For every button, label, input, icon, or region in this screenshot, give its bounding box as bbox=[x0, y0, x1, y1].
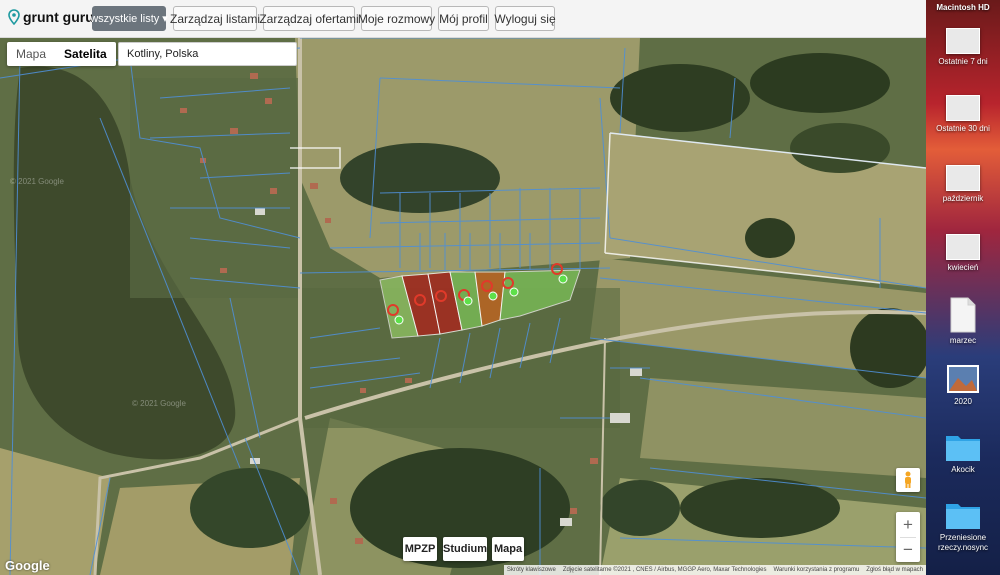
my-conversations-button[interactable]: Moje rozmowy bbox=[358, 6, 435, 31]
drive-label: Macintosh HD bbox=[936, 3, 990, 12]
desktop-item-label: kwiecień bbox=[947, 263, 979, 272]
report-error-link[interactable]: Zgłoś błąd w mapach bbox=[866, 567, 923, 573]
mpzp-layer-button[interactable]: MPZP bbox=[403, 537, 437, 561]
map-pin-icon bbox=[8, 9, 20, 25]
zoom-in-button[interactable]: + bbox=[896, 512, 920, 537]
app-window: grunt guru wszystkie listy ▾ Zarządzaj l… bbox=[0, 0, 1000, 575]
brand-name: grunt guru bbox=[23, 9, 94, 25]
map-layer-button[interactable]: Mapa bbox=[492, 537, 524, 561]
desktop-item[interactable]: Ostatnie 7 dni bbox=[926, 28, 1000, 67]
map-attribution: Skróty klawiszowe Zdjęcie satelitarne ©2… bbox=[503, 565, 926, 575]
map-type-control: Mapa Satelita bbox=[7, 42, 116, 66]
desktop-item-label: Ostatnie 30 dni bbox=[936, 124, 990, 133]
studium-layer-button[interactable]: Studium bbox=[443, 537, 487, 561]
desktop-item-label: Przeniesione rzeczy.nosync bbox=[937, 533, 989, 552]
desktop-item-label: Ostatnie 7 dni bbox=[938, 57, 988, 66]
desktop-item[interactable]: 2020 bbox=[926, 364, 1000, 407]
satellite-map[interactable]: © 2021 Google © 2021 Google Mapa Satelit… bbox=[0, 38, 926, 575]
street-view-pegman-icon[interactable] bbox=[896, 468, 920, 492]
map-watermark: © 2021 Google bbox=[10, 177, 64, 186]
brand[interactable]: grunt guru bbox=[8, 9, 94, 25]
screenshot-thumbnail-icon bbox=[946, 28, 980, 54]
zoom-out-button[interactable]: − bbox=[896, 537, 920, 562]
screenshot-thumbnail-icon bbox=[946, 95, 980, 121]
top-navbar: grunt guru wszystkie listy ▾ Zarządzaj l… bbox=[0, 0, 926, 38]
desktop-item[interactable]: październik bbox=[926, 165, 1000, 204]
document-icon bbox=[950, 297, 976, 333]
manage-offers-button[interactable]: Zarządzaj ofertami bbox=[259, 6, 359, 31]
location-search-input[interactable] bbox=[118, 42, 297, 66]
lists-dropdown[interactable]: wszystkie listy ▾ bbox=[90, 6, 168, 31]
my-profile-button[interactable]: Mój profil bbox=[438, 6, 489, 31]
folder-icon bbox=[946, 504, 980, 529]
desktop-item-label: 2020 bbox=[954, 397, 972, 406]
screenshot-thumbnail-icon bbox=[946, 234, 980, 260]
terms-link[interactable]: Warunki korzystania z programu bbox=[773, 567, 859, 573]
desktop-item-label: marzec bbox=[949, 336, 977, 345]
macos-desktop: Macintosh HD Ostatnie 7 dni Ostatnie 30 … bbox=[926, 0, 1000, 575]
logout-button[interactable]: Wyloguj się bbox=[494, 6, 556, 31]
map-type-satellite-button[interactable]: Satelita bbox=[55, 42, 116, 66]
desktop-item[interactable]: Akocik bbox=[926, 432, 1000, 475]
map-type-map-button[interactable]: Mapa bbox=[7, 42, 55, 66]
desktop-item-label: październik bbox=[942, 194, 984, 203]
desktop-item[interactable]: kwiecień bbox=[926, 234, 1000, 273]
zoom-control: + − bbox=[896, 512, 920, 562]
zoom-separator bbox=[900, 537, 916, 538]
desktop-item-label: Akocik bbox=[951, 465, 975, 474]
folder-icon bbox=[946, 436, 980, 461]
drive-macintosh-hd[interactable]: Macintosh HD bbox=[926, 0, 1000, 13]
desktop-item[interactable]: marzec bbox=[926, 297, 1000, 346]
map-watermark: © 2021 Google bbox=[132, 399, 186, 408]
screenshot-thumbnail-icon bbox=[946, 165, 980, 191]
pegman-icon bbox=[905, 471, 911, 488]
desktop-item[interactable]: Ostatnie 30 dni bbox=[926, 95, 1000, 134]
manage-lists-button[interactable]: Zarządzaj listami bbox=[170, 6, 260, 31]
keyboard-shortcuts-link[interactable]: Skróty klawiszowe bbox=[507, 567, 556, 573]
photo-icon bbox=[947, 365, 979, 393]
satellite-imagery: © 2021 Google © 2021 Google bbox=[0, 38, 926, 575]
google-logo: Google bbox=[5, 558, 50, 573]
imagery-credit: Zdjęcie satelitarne ©2021 , CNES / Airbu… bbox=[562, 567, 767, 573]
desktop-item[interactable]: Przeniesione rzeczy.nosync bbox=[926, 500, 1000, 553]
